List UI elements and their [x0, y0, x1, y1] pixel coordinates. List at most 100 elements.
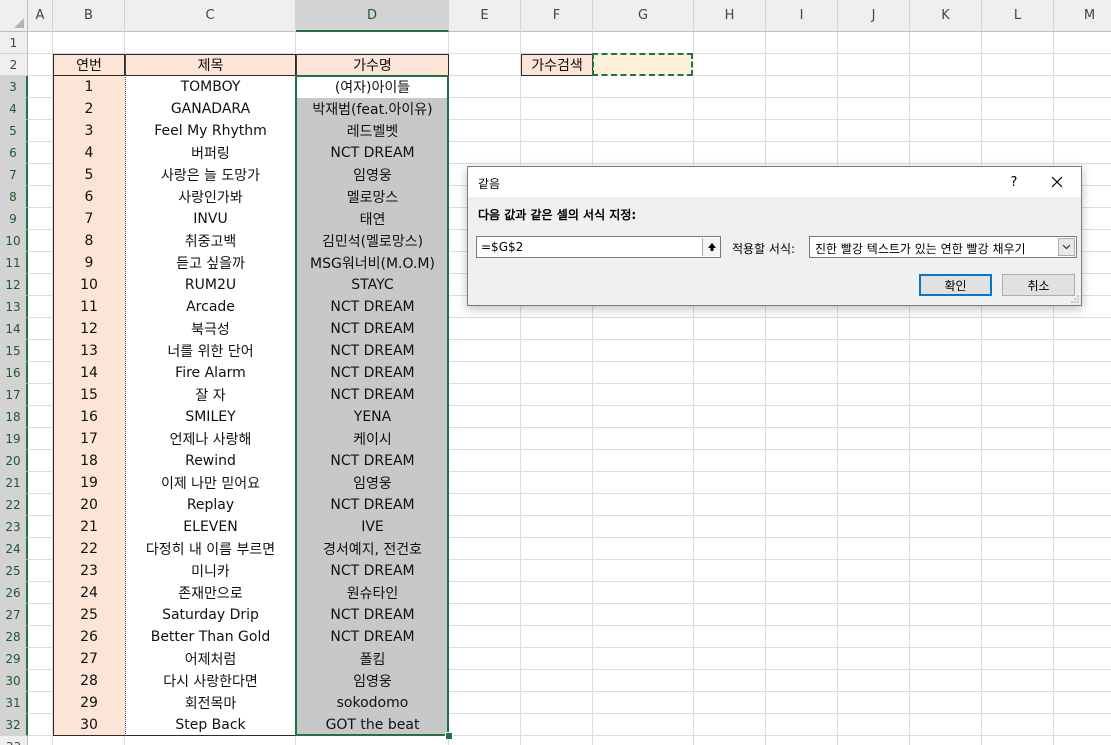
cell-singer[interactable]: NCT DREAM	[296, 384, 449, 406]
column-header-e[interactable]: E	[449, 0, 521, 32]
row-header-25[interactable]: 25	[0, 560, 28, 582]
fill-handle[interactable]	[445, 732, 453, 740]
cell-no[interactable]: 26	[53, 626, 125, 648]
column-header-j[interactable]: J	[838, 0, 910, 32]
cell-title[interactable]: 회전목마	[125, 692, 296, 714]
cell-no[interactable]: 10	[53, 274, 125, 296]
collapse-dialog-button[interactable]	[702, 238, 720, 256]
header-title[interactable]: 제목	[125, 54, 296, 76]
cell-title[interactable]: INVU	[125, 208, 296, 230]
cell-singer[interactable]: STAYC	[296, 274, 449, 296]
search-label[interactable]: 가수검색	[521, 54, 593, 76]
column-header-f[interactable]: F	[521, 0, 593, 32]
cell-title[interactable]: 존재만으로	[125, 582, 296, 604]
cell-singer[interactable]: 임영웅	[296, 164, 449, 186]
cell-no[interactable]: 30	[53, 714, 125, 736]
cell-no[interactable]: 16	[53, 406, 125, 428]
help-button[interactable]: ?	[1004, 172, 1024, 192]
cell-title[interactable]: Replay	[125, 494, 296, 516]
ok-button[interactable]: 확인	[919, 274, 992, 296]
row-header-8[interactable]: 8	[0, 186, 28, 208]
cell-singer[interactable]: NCT DREAM	[296, 626, 449, 648]
row-header-9[interactable]: 9	[0, 208, 28, 230]
resize-grip-icon[interactable]	[1071, 295, 1079, 303]
cell-title[interactable]: 다정히 내 이름 부르면	[125, 538, 296, 560]
row-header-6[interactable]: 6	[0, 142, 28, 164]
cell-title[interactable]: 사랑인가봐	[125, 186, 296, 208]
cell-title[interactable]: 미니카	[125, 560, 296, 582]
dropdown-button[interactable]	[1058, 238, 1075, 256]
cell-no[interactable]: 21	[53, 516, 125, 538]
column-header-h[interactable]: H	[694, 0, 766, 32]
cell-singer[interactable]: NCT DREAM	[296, 362, 449, 384]
spreadsheet-grid[interactable]: ABCDEFGHIJKLM 1 2 3 4 5 6 7 8 9 10 11 12 13 14 15 16 17 1…	[0, 0, 1111, 745]
row-header-31[interactable]: 31	[0, 692, 28, 714]
cell-title[interactable]: 언제나 사랑해	[125, 428, 296, 450]
column-header-a[interactable]: A	[28, 0, 53, 32]
row-header-11[interactable]: 11	[0, 252, 28, 274]
cell-singer[interactable]: IVE	[296, 516, 449, 538]
cell-title[interactable]: 사랑은 늘 도망가	[125, 164, 296, 186]
cell-no[interactable]: 3	[53, 120, 125, 142]
cell-title[interactable]: 북극성	[125, 318, 296, 340]
column-header-i[interactable]: I	[766, 0, 838, 32]
cell-singer[interactable]: 임영웅	[296, 670, 449, 692]
column-header-c[interactable]: C	[125, 0, 296, 32]
close-button[interactable]	[1046, 171, 1068, 193]
cell-no[interactable]: 17	[53, 428, 125, 450]
cell-no[interactable]: 22	[53, 538, 125, 560]
cell-singer[interactable]: sokodomo	[296, 692, 449, 714]
row-header-14[interactable]: 14	[0, 318, 28, 340]
row-header-12[interactable]: 12	[0, 274, 28, 296]
cell-singer[interactable]: 레드벨벳	[296, 120, 449, 142]
cell-no[interactable]: 18	[53, 450, 125, 472]
row-header-4[interactable]: 4	[0, 98, 28, 120]
row-header-17[interactable]: 17	[0, 384, 28, 406]
row-header-26[interactable]: 26	[0, 582, 28, 604]
row-header-3[interactable]: 3	[0, 76, 28, 98]
cell-title[interactable]: GANADARA	[125, 98, 296, 120]
cell-title[interactable]: Step Back	[125, 714, 296, 736]
row-header-21[interactable]: 21	[0, 472, 28, 494]
row-header-10[interactable]: 10	[0, 230, 28, 252]
row-header-28[interactable]: 28	[0, 626, 28, 648]
row-header-33[interactable]: 33	[0, 736, 28, 745]
row-header-15[interactable]: 15	[0, 340, 28, 362]
value-input[interactable]	[476, 236, 721, 258]
cell-no[interactable]: 2	[53, 98, 125, 120]
cell-singer[interactable]: 경서예지, 전건호	[296, 538, 449, 560]
cell-title[interactable]: RUM2U	[125, 274, 296, 296]
cell-no[interactable]: 9	[53, 252, 125, 274]
cell-title[interactable]: 너를 위한 단어	[125, 340, 296, 362]
cell-singer[interactable]: NCT DREAM	[296, 560, 449, 582]
cell-singer[interactable]: 김민석(멜로망스)	[296, 230, 449, 252]
row-header-32[interactable]: 32	[0, 714, 28, 736]
cell-title[interactable]: Fire Alarm	[125, 362, 296, 384]
format-select[interactable]: 진한 빨강 텍스트가 있는 연한 빨강 채우기	[809, 236, 1077, 258]
row-header-1[interactable]: 1	[0, 32, 28, 54]
header-singer[interactable]: 가수명	[296, 54, 449, 76]
cell-title[interactable]: Rewind	[125, 450, 296, 472]
cell-singer[interactable]: NCT DREAM	[296, 450, 449, 472]
row-header-27[interactable]: 27	[0, 604, 28, 626]
cell-title[interactable]: 버퍼링	[125, 142, 296, 164]
cell-singer[interactable]: (여자)아이들	[296, 76, 449, 98]
cell-title[interactable]: TOMBOY	[125, 76, 296, 98]
row-header-29[interactable]: 29	[0, 648, 28, 670]
cell-singer[interactable]: NCT DREAM	[296, 340, 449, 362]
column-header-m[interactable]: M	[1054, 0, 1111, 32]
cell-title[interactable]: ELEVEN	[125, 516, 296, 538]
cell-title[interactable]: 듣고 싶을까	[125, 252, 296, 274]
cell-singer[interactable]: NCT DREAM	[296, 494, 449, 516]
cell-no[interactable]: 28	[53, 670, 125, 692]
cell-singer[interactable]: 원슈타인	[296, 582, 449, 604]
select-all-corner[interactable]	[0, 0, 28, 32]
cell-singer[interactable]: NCT DREAM	[296, 318, 449, 340]
cancel-button[interactable]: 취소	[1002, 274, 1075, 296]
cell-no[interactable]: 7	[53, 208, 125, 230]
cell-title[interactable]: SMILEY	[125, 406, 296, 428]
cell-no[interactable]: 12	[53, 318, 125, 340]
row-header-30[interactable]: 30	[0, 670, 28, 692]
row-header-2[interactable]: 2	[0, 54, 28, 76]
cell-no[interactable]: 19	[53, 472, 125, 494]
